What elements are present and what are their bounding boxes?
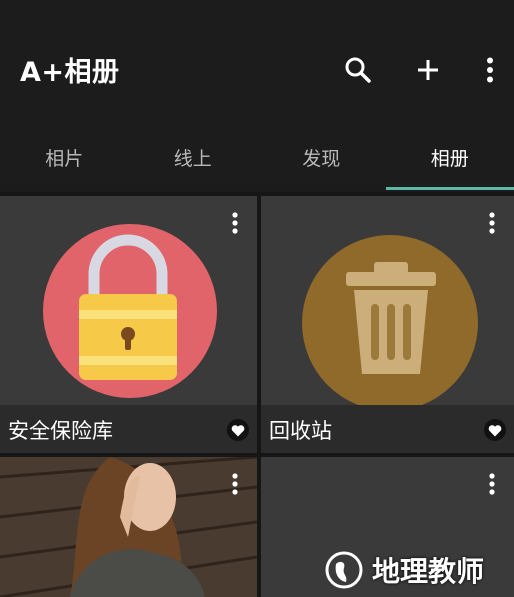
tab-discover[interactable]: 发现 (257, 124, 386, 190)
album-label-bar: 回收站 (261, 405, 514, 453)
heart-icon (488, 424, 502, 436)
search-icon (345, 57, 371, 83)
album-title: 安全保险库 (8, 419, 113, 443)
favorite-button[interactable] (227, 419, 249, 441)
album-trash[interactable]: 回收站 (261, 196, 514, 453)
tab-albums[interactable]: 相册 (385, 124, 514, 190)
add-button[interactable] (408, 50, 448, 90)
album-photo[interactable] (0, 457, 257, 597)
favorite-button[interactable] (484, 419, 506, 441)
more-vert-icon (489, 212, 495, 234)
album-label-bar: 安全保险库 (0, 405, 257, 453)
album-menu-button[interactable] (225, 210, 245, 236)
more-vert-icon (232, 473, 238, 495)
trash-icon (302, 235, 478, 406)
more-vert-icon (487, 57, 493, 83)
search-button[interactable] (338, 50, 378, 90)
more-options-button[interactable] (470, 50, 510, 90)
album-menu-button[interactable] (482, 471, 502, 497)
album-menu-button[interactable] (225, 471, 245, 497)
plus-icon (418, 60, 438, 80)
tab-photos[interactable]: 相片 (0, 124, 129, 190)
app-bar: A+相册 相片 线上 发现 相册 (0, 0, 514, 190)
photo-thumbnail (0, 457, 257, 597)
album-title: 回收站 (269, 419, 332, 443)
album-vault[interactable]: 安全保险库 (0, 196, 257, 453)
tab-online[interactable]: 线上 (129, 124, 258, 190)
album-grid: 安全保险库 回收站 (0, 192, 514, 597)
globe-icon (325, 551, 363, 589)
watermark: 地理教师 (318, 548, 484, 592)
lock-icon (43, 224, 217, 398)
tab-bar: 相片 线上 发现 相册 (0, 124, 514, 190)
album-menu-button[interactable] (482, 210, 502, 236)
more-vert-icon (232, 212, 238, 234)
heart-icon (231, 424, 245, 436)
watermark-text: 地理教师 (372, 555, 485, 588)
more-vert-icon (489, 473, 495, 495)
app-title: A+相册 (20, 57, 120, 88)
